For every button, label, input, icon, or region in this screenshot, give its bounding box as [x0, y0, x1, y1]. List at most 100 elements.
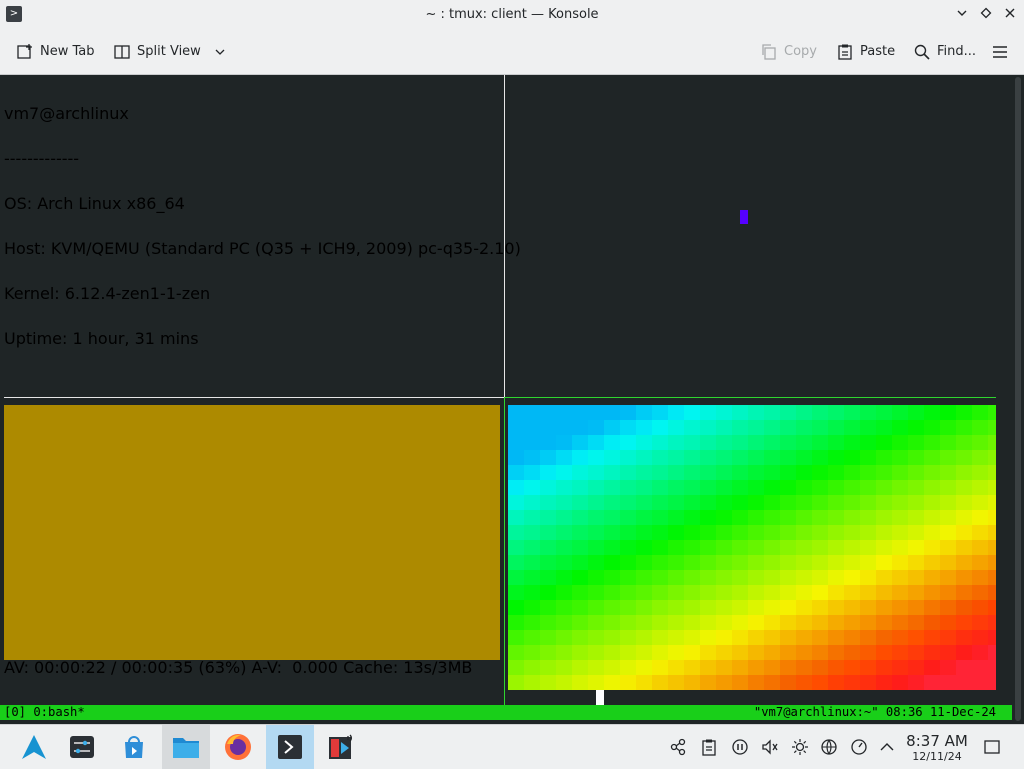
video-pixel-block: [764, 405, 780, 420]
video-pixel-block: [812, 660, 828, 675]
maximize-icon[interactable]: [976, 5, 996, 25]
scrollbar-thumb[interactable]: [1015, 77, 1021, 721]
video-pixel-block: [844, 405, 860, 420]
media-pause-icon[interactable]: [730, 737, 750, 757]
video-pixel-block: [684, 585, 700, 600]
video-pixel-block: [796, 540, 812, 555]
clipboard-icon[interactable]: [699, 737, 719, 757]
video-pixel-block: [556, 660, 572, 675]
discover-icon[interactable]: [110, 725, 158, 769]
video-pixel-block: [652, 555, 668, 570]
video-pixel-block: [588, 465, 604, 480]
video-pixel-block: [572, 495, 588, 510]
video-pixel-block: [700, 570, 716, 585]
video-pixel-block: [892, 600, 908, 615]
mpv-status-line: AV: 00:00:22 / 00:00:35 (63%) A-V: 0.000…: [4, 658, 473, 677]
firefox-icon[interactable]: [214, 725, 262, 769]
pane-divider-vertical[interactable]: [504, 75, 505, 397]
video-pixel-block: [668, 495, 684, 510]
video-pixel-block: [812, 675, 828, 690]
video-pixel-block: [988, 555, 996, 570]
minimize-icon[interactable]: [952, 5, 972, 25]
video-pixel-block: [700, 645, 716, 660]
video-pixel-block: [588, 660, 604, 675]
pane-divider-horizontal-active[interactable]: [505, 397, 996, 398]
video-pixel-block: [844, 540, 860, 555]
video-pixel-block: [876, 570, 892, 585]
video-pixel-block: [876, 420, 892, 435]
video-pixel-block: [748, 420, 764, 435]
video-pixel-block: [988, 675, 996, 690]
video-pixel-block: [876, 630, 892, 645]
video-pixel-block: [956, 615, 972, 630]
terminal-line: Host: KVM/QEMU (Standard PC (Q35 + ICH9,…: [4, 239, 521, 258]
video-pixel-block: [652, 405, 668, 420]
video-pixel-block: [940, 570, 956, 585]
power-profile-icon[interactable]: [849, 737, 869, 757]
new-tab-button[interactable]: New Tab: [16, 41, 95, 63]
video-pixel-block: [892, 555, 908, 570]
video-pixel-block: [828, 585, 844, 600]
video-pixel-block: [988, 540, 996, 555]
close-icon[interactable]: [1000, 5, 1020, 25]
file-manager-icon[interactable]: [162, 725, 210, 769]
tmux-pane-top-left[interactable]: vm7@archlinux ------------- OS: Arch Lin…: [4, 76, 521, 361]
volume-muted-icon[interactable]: [760, 737, 780, 757]
video-pixel-block: [780, 615, 796, 630]
konsole-taskbar-icon[interactable]: [266, 725, 314, 769]
video-pixel-block: [972, 570, 988, 585]
video-pixel-block: [828, 615, 844, 630]
hamburger-menu-icon[interactable]: [991, 41, 1009, 63]
video-pixel-block: [732, 540, 748, 555]
digital-clock[interactable]: 8:37 AM 12/11/24: [900, 732, 974, 763]
paste-button[interactable]: Paste: [836, 41, 895, 63]
video-pixel-block: [572, 585, 588, 600]
split-view-button[interactable]: Split View: [113, 41, 227, 63]
video-pixel-block: [780, 480, 796, 495]
video-pixel-block: [700, 420, 716, 435]
chevron-up-icon[interactable]: [877, 737, 897, 757]
arch-launcher-icon[interactable]: [10, 725, 58, 769]
terminal-scrollbar[interactable]: [1012, 75, 1024, 723]
copy-button[interactable]: Copy: [760, 41, 817, 63]
chevron-down-icon[interactable]: [213, 45, 227, 59]
video-pixel-block: [988, 495, 996, 510]
pane-divider-vertical-active[interactable]: [504, 397, 505, 705]
video-pixel-block: [620, 450, 636, 465]
terminal-prompt-line[interactable]: [508, 690, 996, 705]
network-share-icon[interactable]: [668, 737, 688, 757]
video-pixel-block: [620, 600, 636, 615]
system-settings-icon[interactable]: [58, 725, 106, 769]
find-label: Find...: [937, 44, 977, 59]
video-pixel-block: [700, 495, 716, 510]
brightness-icon[interactable]: [790, 737, 810, 757]
video-pixel-block: [524, 405, 540, 420]
video-pixel-block: [780, 495, 796, 510]
video-pixel-block: [700, 450, 716, 465]
video-pixel-block: [556, 585, 572, 600]
video-pixel-block: [940, 480, 956, 495]
video-pixel-block: [844, 480, 860, 495]
video-pixel-block: [780, 465, 796, 480]
network-globe-icon[interactable]: [819, 737, 839, 757]
terminal-line: vm7@archlinux: [4, 104, 129, 123]
video-pixel-block: [604, 450, 620, 465]
video-pixel-block: [636, 600, 652, 615]
video-pixel-block: [716, 570, 732, 585]
video-pixel-block: [972, 540, 988, 555]
find-button[interactable]: Find...: [913, 41, 976, 63]
video-pixel-block: [508, 465, 524, 480]
window-titlebar[interactable]: > ~ : tmux: client — Konsole: [0, 0, 1024, 30]
video-pixel-block: [860, 510, 876, 525]
video-pixel-block: [540, 420, 556, 435]
video-pixel-block: [908, 630, 924, 645]
show-desktop-icon[interactable]: [982, 737, 1002, 757]
video-pixel-block: [876, 405, 892, 420]
tmux-window-list[interactable]: [0] 0:bash*: [4, 705, 85, 720]
video-pixel-block: [860, 645, 876, 660]
pane-divider-horizontal[interactable]: [4, 397, 504, 398]
media-player-icon[interactable]: [318, 725, 366, 769]
video-pixel-block: [828, 405, 844, 420]
video-pixel-block: [668, 420, 684, 435]
video-pixel-block: [668, 450, 684, 465]
